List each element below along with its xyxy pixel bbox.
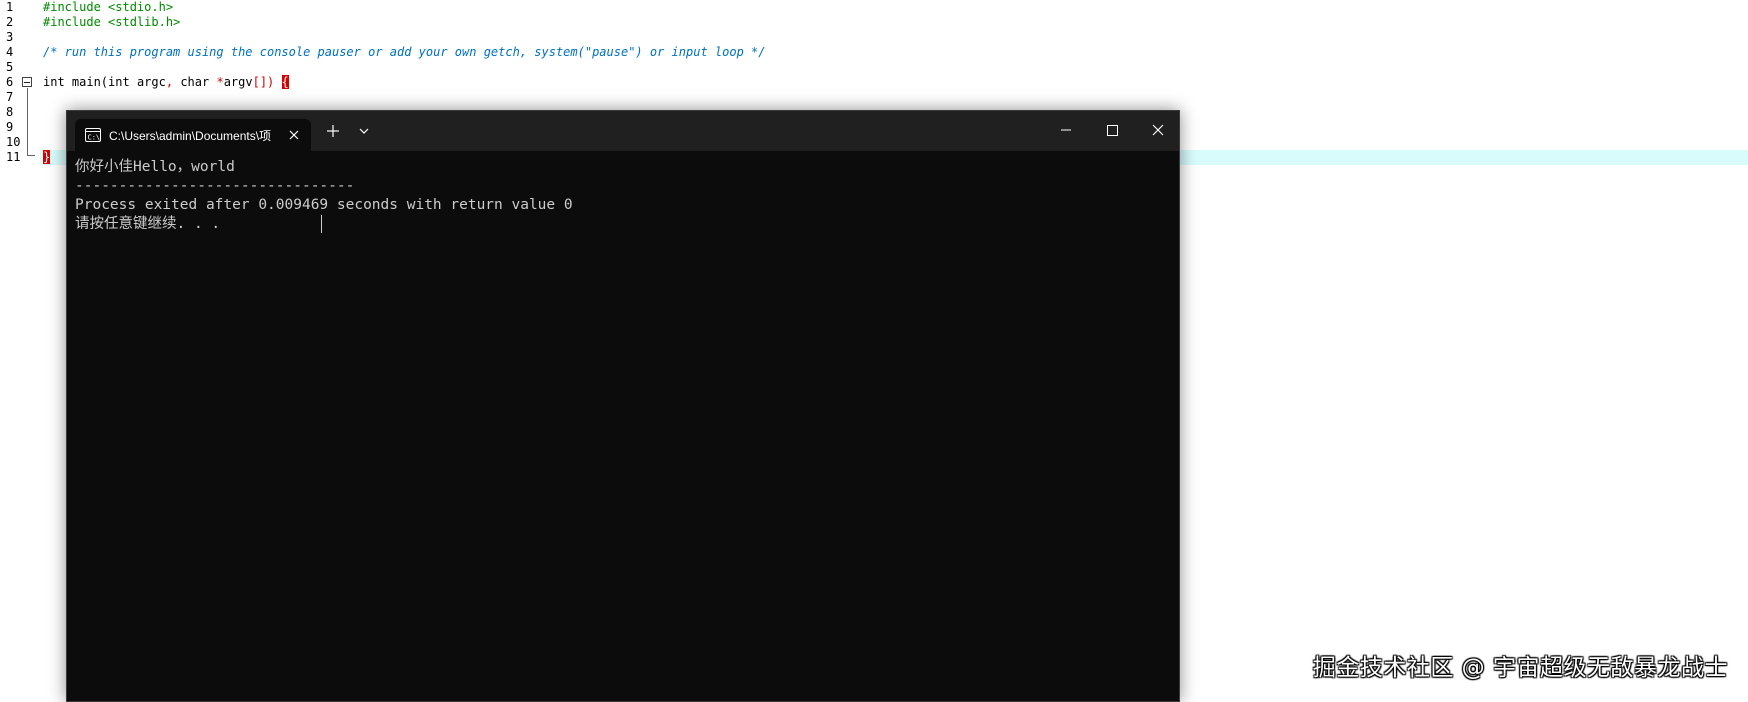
comma: , bbox=[165, 75, 174, 89]
text-cursor bbox=[321, 215, 322, 233]
close-icon[interactable] bbox=[1144, 117, 1172, 143]
terminal-tab[interactable]: C:\ C:\Users\admin\Documents\项 bbox=[75, 119, 311, 151]
fold-guide-end bbox=[27, 155, 35, 156]
terminal-output-line: 你好小佳Hello，world bbox=[75, 159, 235, 175]
svg-text:C:\: C:\ bbox=[88, 134, 101, 142]
param-argv: argv bbox=[223, 75, 253, 89]
brackets: []) bbox=[252, 75, 275, 89]
watermark: 掘金技术社区 @ 宇宙超级无敌暴龙战士 bbox=[1312, 655, 1728, 681]
line-number: 11 bbox=[6, 150, 21, 164]
line-number: 10 bbox=[6, 135, 21, 149]
close-brace-highlight: } bbox=[43, 150, 51, 164]
line-number: 4 bbox=[6, 45, 14, 59]
line-number: 8 bbox=[6, 105, 14, 119]
open-brace-highlight: { bbox=[281, 75, 289, 89]
fold-toggle-minus-icon[interactable] bbox=[22, 77, 32, 87]
line-number: 9 bbox=[6, 120, 14, 134]
terminal-titlebar[interactable]: C:\ C:\Users\admin\Documents\项 bbox=[67, 111, 1179, 151]
terminal-output-line: 请按任意键继续. . . bbox=[75, 216, 221, 232]
function-name: main( bbox=[64, 75, 109, 89]
pointer-star: * bbox=[216, 75, 224, 89]
plus-icon[interactable] bbox=[325, 123, 341, 139]
terminal-separator: -------------------------------- bbox=[75, 178, 355, 194]
terminal-output-line: Process exited after 0.009469 seconds wi… bbox=[75, 197, 573, 213]
terminal-window[interactable]: C:\ C:\Users\admin\Documents\项 你好小佳Hello bbox=[66, 110, 1180, 702]
line-number: 5 bbox=[6, 60, 14, 74]
code-line-1[interactable]: #include <stdio.h> bbox=[43, 0, 173, 15]
line-number-gutter: 1 2 3 4 5 6 7 8 9 10 11 bbox=[0, 0, 40, 697]
code-line-6[interactable]: int main(int argc, char *argv[]) { bbox=[43, 75, 289, 90]
chevron-down-icon[interactable] bbox=[357, 125, 371, 137]
keyword-char: char bbox=[173, 75, 217, 89]
close-icon[interactable] bbox=[287, 128, 301, 142]
console-icon: C:\ bbox=[85, 128, 101, 142]
keyword-int: int bbox=[108, 75, 130, 89]
line-number: 2 bbox=[6, 15, 14, 29]
line-number: 3 bbox=[6, 30, 14, 44]
maximize-icon[interactable] bbox=[1098, 117, 1126, 143]
code-line-2[interactable]: #include <stdlib.h> bbox=[43, 15, 180, 30]
fold-guide-line bbox=[27, 88, 28, 156]
code-line-11[interactable]: } bbox=[43, 150, 51, 165]
minimize-icon[interactable] bbox=[1052, 117, 1080, 143]
line-number: 1 bbox=[6, 0, 14, 14]
code-line-4-comment[interactable]: /* run this program using the console pa… bbox=[43, 45, 765, 60]
keyword-int: int bbox=[43, 75, 65, 89]
param-argc: argc bbox=[129, 75, 166, 89]
line-number: 7 bbox=[6, 90, 14, 104]
terminal-output-area[interactable]: 你好小佳Hello，world ------------------------… bbox=[67, 151, 1179, 701]
tab-title: C:\Users\admin\Documents\项 bbox=[109, 129, 272, 143]
